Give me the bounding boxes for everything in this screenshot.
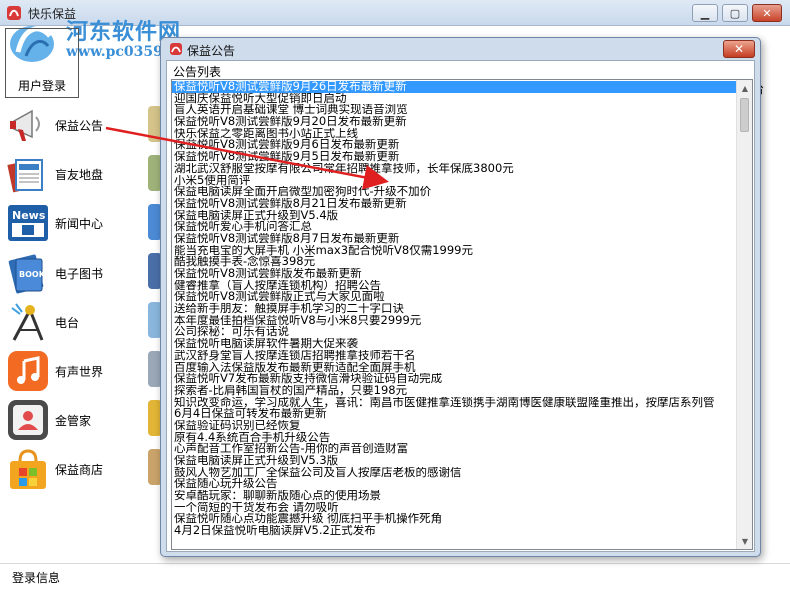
sidebar-item-radio[interactable]: 电台 — [6, 300, 156, 346]
app-logo-icon — [170, 43, 182, 55]
dialog-titlebar[interactable]: 保益公告 ✕ — [161, 38, 760, 60]
user-login-label: 用户登录 — [17, 79, 66, 93]
close-button[interactable]: ✕ — [752, 4, 782, 22]
sidebar-item-announcements[interactable]: 保益公告 — [6, 103, 156, 149]
list-item[interactable]: 武汉舒身堂盲人按摩连锁店招聘推拿技师若干名 — [172, 350, 738, 362]
list-item[interactable]: 保益悦听随心点功能震撼升级 彻底扫平手机操作死角 — [172, 513, 738, 525]
close-icon: ✕ — [762, 6, 772, 20]
sidebar-item-label: 电台 — [55, 316, 80, 330]
list-item[interactable]: 保益悦听V8测试尝鲜版正式与大家见面啦 — [172, 291, 738, 303]
list-item[interactable]: 一个简短的干货发布会 请勿吸听 — [172, 502, 738, 514]
list-item[interactable]: 保益电脑读屏正式升级到V5.4版 — [172, 210, 738, 222]
list-item[interactable]: 保益悦听爱心手机问答汇总 — [172, 221, 738, 233]
list-item[interactable]: 保益悦听V8测试尝鲜版8月21日发布最新更新 — [172, 198, 738, 210]
list-item[interactable]: 本年度最佳拍档保益悦听V8与小米8只要2999元 — [172, 315, 738, 327]
scroll-thumb[interactable] — [740, 98, 749, 132]
list-item[interactable]: 能当充电宝的大屏手机 小米max3配合悦听V8仅需1999元 — [172, 245, 738, 257]
list-item[interactable]: 原有4.4系统百合手机升级公告 — [172, 432, 738, 444]
sidebar-item-label: 新闻中心 — [55, 217, 104, 231]
sidebar-item-label: 保益商店 — [55, 463, 104, 477]
list-item[interactable]: 知识改变命运，学习成就人生，喜讯：南昌市医健推拿连锁携手湖南博医健康联盟隆重推出… — [172, 397, 738, 409]
user-login-button[interactable]: 用户登录 — [5, 28, 79, 98]
list-item[interactable]: 保益悦听V8测试尝鲜版9月26日发布最新更新 — [172, 81, 738, 93]
list-item[interactable]: 保益悦听V8测试尝鲜版9月5日发布最新更新 — [172, 151, 738, 163]
sidebar-item-blind-friends[interactable]: 盲友地盘 — [6, 152, 156, 198]
svg-text:News: News — [12, 209, 46, 222]
dialog-title: 保益公告 — [187, 44, 236, 58]
person-monitor-icon — [8, 400, 48, 440]
announcement-list-items[interactable]: 保益悦听V8测试尝鲜版9月26日发布最新更新 迎国庆保益悦听大型促销即日启动 盲人英… — [172, 81, 738, 549]
sidebar-item-audio-world[interactable]: 有声世界 — [6, 349, 156, 395]
sidebar-item-label: 电子图书 — [55, 267, 104, 281]
news-icon: News — [8, 205, 48, 241]
list-item[interactable]: 酷我触摸手表-念惊喜398元 — [172, 256, 738, 268]
announcement-list[interactable]: 保益悦听V8测试尝鲜版9月26日发布最新更新 迎国庆保益悦听大型促销即日启动 盲人英… — [171, 79, 753, 550]
minimize-button[interactable]: ▁ — [692, 4, 718, 22]
list-item[interactable]: 盲人英语开启基础课堂 博士词典实现语音浏览 — [172, 104, 738, 116]
book-icon: BOOK — [8, 254, 46, 294]
dialog-body: 公告列表 保益悦听V8测试尝鲜版9月26日发布最新更新 迎国庆保益悦听大型促销即日… — [166, 60, 755, 552]
list-item[interactable]: 安卓酷玩家：聊聊新版随心点的使用场景 — [172, 490, 738, 502]
list-item[interactable]: 保益验证码识别已经恢复 — [172, 420, 738, 432]
list-item[interactable]: 健睿推拿（盲人按摩连锁机构）招聘公告 — [172, 280, 738, 292]
list-item[interactable]: 心声配音工作室招新公告-用你的声音创造财富 — [172, 443, 738, 455]
status-label: 登录信息 — [12, 571, 61, 585]
sidebar-item-label: 有声世界 — [55, 365, 104, 379]
list-item[interactable]: 百度输入法保益版发布最新更新适配全面屏手机 — [172, 362, 738, 374]
vertical-scrollbar[interactable]: ▲ ▼ — [736, 80, 752, 549]
minimize-icon: ▁ — [700, 6, 710, 20]
list-item[interactable]: 4月2日保益悦听电脑读屏V5.2正式发布 — [172, 525, 738, 537]
list-item[interactable]: 探索者-比肩韩国盲杖的国产精品，只要198元 — [172, 385, 738, 397]
list-item[interactable]: 快乐保益之零距离图书小站正式上线 — [172, 128, 738, 140]
status-bar: 登录信息 — [0, 563, 790, 590]
list-item[interactable]: 鼓风人物艺加工厂全保益公司及盲人按摩店老板的感谢信 — [172, 467, 738, 479]
list-header: 公告列表 — [173, 65, 222, 79]
list-item[interactable]: 保益悦听V8测试尝鲜版9月6日发布最新更新 — [172, 139, 738, 151]
svg-text:BOOK: BOOK — [19, 270, 46, 279]
list-item[interactable]: 保益悦听V8测试尝鲜版8月7日发布最新更新 — [172, 233, 738, 245]
sidebar-item-label: 金管家 — [55, 414, 92, 428]
radio-tower-icon — [11, 303, 44, 341]
close-icon: ✕ — [733, 42, 745, 56]
list-item[interactable]: 保益电脑读屏正式升级到V5.3版 — [172, 455, 738, 467]
sidebar-item-store[interactable]: 保益商店 — [6, 447, 156, 493]
music-note-icon — [8, 351, 48, 391]
announcement-dialog[interactable]: 保益公告 ✕ 公告列表 保益悦听V8测试尝鲜版9月26日发布最新更新 迎国庆保益悦… — [160, 37, 761, 557]
list-item[interactable]: 保益电脑读屏全面开启微型加密狗时代-升级不加价 — [172, 186, 738, 198]
scroll-up-icon[interactable]: ▲ — [737, 80, 752, 96]
list-item[interactable]: 迎国庆保益悦听大型促销即日启动 — [172, 93, 738, 105]
maximize-icon: ▢ — [729, 6, 741, 20]
list-item[interactable]: 湖北武汉舒服堂按摩有限公司常年招聘推拿技师，长年保底3800元 — [172, 163, 738, 175]
scroll-down-icon[interactable]: ▼ — [737, 533, 752, 549]
list-item[interactable]: 保益悦听V7发布最新版支持微信滑块验证码自动完成 — [172, 373, 738, 385]
newspaper-stack-icon — [7, 159, 43, 193]
maximize-button[interactable]: ▢ — [722, 4, 748, 22]
store-bag-icon — [10, 449, 46, 489]
list-item[interactable]: 送给新手朋友：触摸屏手机学习的二十字口诀 — [172, 303, 738, 315]
list-item[interactable]: 保益悦听V8测试尝鲜版发布最新更新 — [172, 268, 738, 280]
megaphone-icon — [10, 109, 40, 141]
list-item[interactable]: 保益随心玩升级公告 — [172, 478, 738, 490]
list-item[interactable]: 6月4日保益可转发布最新更新 — [172, 408, 738, 420]
dialog-close-button[interactable]: ✕ — [723, 40, 755, 58]
sidebar-item-news-center[interactable]: News 新闻中心 — [6, 201, 156, 247]
list-item[interactable]: 保益悦听V8测试尝鲜版9月20日发布最新更新 — [172, 116, 738, 128]
sidebar-item-label: 盲友地盘 — [55, 168, 104, 182]
list-item[interactable]: 小米5使用简评 — [172, 175, 738, 187]
sidebar-item-gold-steward[interactable]: 金管家 — [6, 398, 156, 444]
sidebar-item-label: 保益公告 — [55, 119, 104, 133]
sidebar-item-ebooks[interactable]: BOOK 电子图书 — [6, 251, 156, 297]
list-item[interactable]: 保益悦听电脑读屏软件暑期大促来袭 — [172, 338, 738, 350]
list-item[interactable]: 公司探秘：可乐有话说 — [172, 326, 738, 338]
